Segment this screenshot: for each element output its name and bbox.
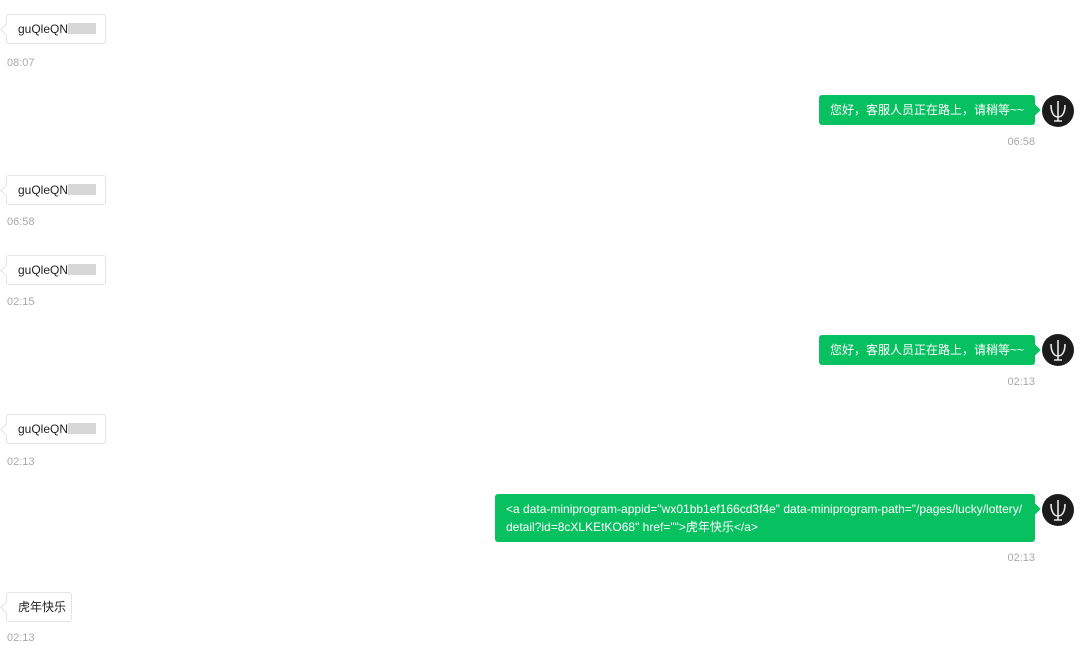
message-text: 虎年快乐	[18, 600, 67, 614]
message-timestamp: 02:15	[7, 296, 35, 308]
message-text: guQleQN	[18, 263, 69, 277]
agent-avatar-icon[interactable]	[1042, 494, 1074, 526]
avatar-emblem-icon	[1050, 340, 1066, 361]
avatar-emblem-icon	[1050, 500, 1066, 521]
incoming-message-bubble[interactable]: 虎年快乐	[6, 592, 72, 622]
outgoing-message-bubble[interactable]: <a data-miniprogram-appid="wx01bb1ef166c…	[495, 494, 1035, 542]
message-timestamp: 02:13	[7, 456, 35, 468]
incoming-message-bubble[interactable]: guQleQN	[6, 175, 106, 205]
message-text: guQleQN	[18, 422, 69, 436]
agent-avatar-icon[interactable]	[1042, 334, 1074, 366]
redacted-text	[68, 264, 97, 276]
incoming-message-bubble[interactable]: guQleQN	[6, 255, 106, 285]
redacted-text	[68, 184, 97, 196]
outgoing-message-bubble[interactable]: 您好，客服人员正在路上，请稍等~~	[818, 335, 1035, 365]
message-text: 您好，客服人员正在路上，请稍等~~	[829, 103, 1024, 117]
message-timestamp: 08:07	[7, 57, 35, 69]
message-timestamp: 02:13	[1007, 376, 1035, 388]
message-timestamp: 02:13	[7, 632, 35, 644]
message-text: 您好，客服人员正在路上，请稍等~~	[829, 343, 1024, 357]
avatar-emblem-icon	[1050, 101, 1066, 122]
message-timestamp: 06:58	[7, 216, 35, 228]
redacted-text	[68, 23, 97, 35]
chat-history: guQleQN 08:07 您好，客服人员正在路上，请稍等~~ 06:58 gu…	[0, 0, 1080, 649]
outgoing-message-bubble[interactable]: 您好，客服人员正在路上，请稍等~~	[818, 95, 1035, 125]
incoming-message-bubble[interactable]: guQleQN	[6, 414, 106, 444]
message-text: guQleQN	[18, 22, 69, 36]
message-text: <a data-miniprogram-appid="wx01bb1ef166c…	[506, 502, 1023, 534]
agent-avatar-icon[interactable]	[1042, 95, 1074, 127]
message-timestamp: 06:58	[1007, 136, 1035, 148]
incoming-message-bubble[interactable]: guQleQN	[6, 14, 106, 44]
message-text: guQleQN	[18, 183, 69, 197]
message-timestamp: 02:13	[1007, 552, 1035, 564]
redacted-text	[68, 423, 97, 435]
